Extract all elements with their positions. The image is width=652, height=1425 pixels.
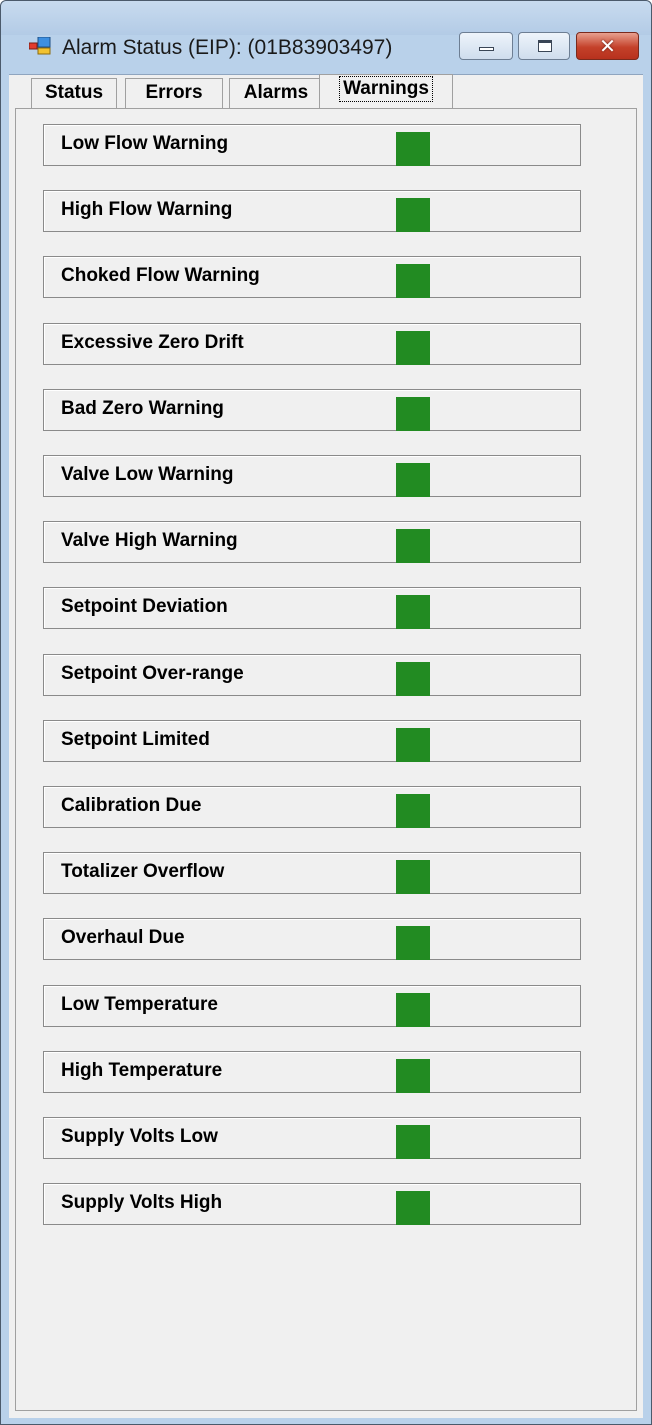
status-indicator [396, 860, 430, 895]
warnings-tab-page: Low Flow Warning High Flow Warning Choked … [15, 108, 637, 1411]
warning-label: Excessive Zero Drift [61, 331, 244, 353]
status-indicator [396, 396, 430, 431]
status-indicator [396, 529, 430, 564]
warning-label: Low Flow Warning [61, 133, 229, 154]
status-indicator [396, 198, 430, 233]
warning-row: Calibration Due [43, 786, 581, 828]
warning-label: High Temperature [61, 1059, 223, 1081]
tab-errors-label: Errors [145, 82, 203, 103]
close-button[interactable]: ✕ [576, 32, 639, 60]
maximize-icon [538, 40, 552, 52]
status-indicator [396, 661, 430, 696]
warning-label: Totalizer Overflow [61, 861, 225, 883]
warning-row: Bad Zero Warning [43, 388, 581, 431]
tab-status-label: Status [44, 82, 104, 103]
status-indicator [396, 132, 430, 166]
warning-label: Setpoint Deviation [61, 596, 228, 618]
status-indicator [396, 1125, 430, 1159]
warning-row: Setpoint Over-range [43, 653, 581, 696]
warning-label: Choked Flow Warning [61, 265, 260, 287]
status-indicator [396, 1191, 430, 1226]
tab-warnings-label: Warnings [339, 76, 433, 102]
warning-label: Supply Volts Low [61, 1126, 218, 1147]
tab-errors[interactable]: Errors [125, 78, 223, 108]
close-icon: ✕ [599, 34, 616, 58]
minimize-icon [479, 47, 494, 51]
status-indicator [396, 926, 430, 961]
warning-label: Overhaul Due [61, 927, 185, 949]
warning-row: Supply Volts High [43, 1183, 581, 1226]
warning-label: Valve High Warning [61, 530, 238, 552]
warning-row: Choked Flow Warning [43, 256, 581, 299]
warning-row: Overhaul Due [43, 918, 581, 961]
warning-row: Low Flow Warning [43, 124, 581, 166]
status-indicator [396, 595, 430, 630]
maximize-button[interactable] [518, 32, 570, 60]
status-indicator [396, 330, 430, 365]
app-window-icon [28, 36, 51, 55]
tab-alarms[interactable]: Alarms [229, 78, 323, 108]
status-indicator [396, 992, 430, 1027]
status-indicator [396, 794, 430, 828]
warning-label: Low Temperature [61, 993, 218, 1015]
status-indicator [396, 727, 430, 762]
warning-label: Supply Volts High [61, 1192, 223, 1214]
tab-alarms-label: Alarms [243, 82, 309, 103]
warning-row: Low Temperature [43, 984, 581, 1027]
tab-warnings[interactable]: Warnings [319, 74, 453, 108]
warning-row: Totalizer Overflow [43, 852, 581, 895]
warning-row: Setpoint Deviation [43, 587, 581, 630]
title-bar[interactable] [1, 1, 651, 35]
warning-label: Setpoint Limited [61, 728, 210, 750]
status-indicator [396, 1058, 430, 1093]
warning-label: High Flow Warning [61, 199, 233, 221]
minimize-button[interactable] [459, 32, 513, 60]
status-indicator [396, 463, 430, 497]
status-indicator [396, 264, 430, 299]
warning-label: Bad Zero Warning [61, 397, 224, 419]
warning-row: High Temperature [43, 1050, 581, 1093]
warning-row: Valve High Warning [43, 521, 581, 564]
warning-label: Calibration Due [61, 795, 202, 816]
warning-row: Setpoint Limited [43, 719, 581, 762]
warning-row: Supply Volts Low [43, 1117, 581, 1159]
warning-row: Valve Low Warning [43, 455, 581, 497]
window-title: Alarm Status (EIP): (01B83903497) [62, 36, 393, 59]
warning-row: High Flow Warning [43, 190, 581, 233]
warning-row: Excessive Zero Drift [43, 322, 581, 365]
warning-label: Setpoint Over-range [61, 662, 244, 684]
warning-label: Valve Low Warning [61, 464, 234, 485]
tab-status[interactable]: Status [31, 78, 117, 108]
